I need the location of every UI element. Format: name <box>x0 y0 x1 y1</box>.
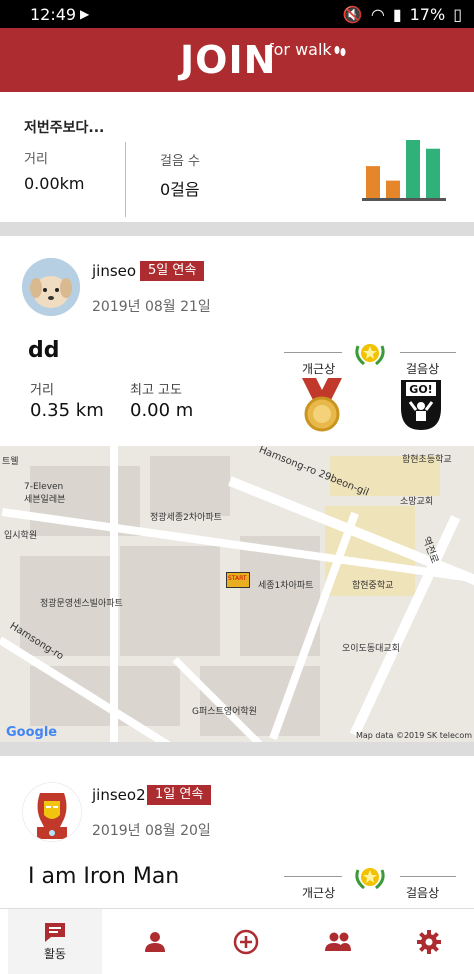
group-icon <box>325 932 351 951</box>
add-icon <box>233 929 259 954</box>
wifi-icon: ◠ <box>370 5 385 24</box>
medal-icon <box>302 378 342 432</box>
map-label: 오이도동대교회 <box>342 644 400 654</box>
summary-bar <box>386 180 400 198</box>
summary-distance-value: 0.00km <box>24 174 85 193</box>
mute-icon: 🔇 <box>342 5 363 24</box>
summary-bar <box>366 166 380 198</box>
tab-group[interactable] <box>291 909 385 974</box>
settings-icon <box>417 929 441 954</box>
summary-bar <box>406 140 420 198</box>
tab-activity-label: 활동 <box>43 947 67 961</box>
avatar[interactable] <box>22 782 82 842</box>
map-label: 소망교회 <box>400 497 434 507</box>
bottom-tab-bar: 활동 <box>0 908 474 974</box>
distance-label: 거리 <box>30 383 54 398</box>
streak-badge: 1일 연속 <box>147 785 212 805</box>
summary-distance-label: 거리 <box>24 152 48 167</box>
award-divider <box>400 352 456 353</box>
tab-add[interactable] <box>199 909 293 974</box>
dog-avatar-image <box>22 258 80 316</box>
post-username[interactable]: jinseo <box>92 262 136 280</box>
battery-label: 17% <box>409 5 446 24</box>
app-logo: JOIN <box>180 38 277 82</box>
post-date: 2019년 08월 21일 <box>92 299 211 315</box>
route-map[interactable]: 트웰 7-Eleven 세븐일레븐 입시학원 정광세종2차아파트 정광문영센스빌… <box>0 446 474 742</box>
summary-bar <box>426 148 440 198</box>
map-label: 함현중학교 <box>352 581 394 591</box>
activity-icon <box>45 923 65 942</box>
award-walking-label: 걸음상 <box>406 362 440 376</box>
distance-value: 0.35 km <box>30 400 104 421</box>
map-label: 세종1차아파트 <box>258 581 314 591</box>
map-label: 정광세종2차아파트 <box>150 513 222 523</box>
post-date: 2019년 08월 20일 <box>92 823 211 839</box>
app-header: JOIN for walk <box>0 28 474 92</box>
map-label: G퍼스트영어학원 <box>192 707 257 717</box>
tab-activity[interactable]: 활동 <box>8 909 102 974</box>
activity-card[interactable]: jinseo2 1일 연속 2019년 08월 20일 I am Iron Ma… <box>0 756 474 908</box>
svg-text:GO!: GO! <box>409 383 432 396</box>
play-icon: ▶ <box>80 7 90 21</box>
weekly-summary: 저번주보다... 거리 0.00km 걸음 수 0걸음 <box>0 92 474 222</box>
award-divider <box>284 876 342 877</box>
section-gap <box>0 222 474 236</box>
avatar[interactable] <box>22 258 80 316</box>
map-label: 정광문영센스빌아파트 <box>40 599 123 609</box>
streak-badge: 5일 연속 <box>140 261 205 281</box>
map-credit[interactable]: Map data ©2019 SK telecom <box>356 731 472 740</box>
summary-steps-value: 0걸음 <box>160 180 200 199</box>
status-bar: 12:49 ▶ 🔇 ◠ ▮ 17% ▯ <box>0 0 474 28</box>
award-attendance-label: 개근상 <box>302 886 336 900</box>
altitude-value: 0.00 m <box>130 400 194 421</box>
laurel-star-icon <box>355 344 385 366</box>
battery-icon: ▯ <box>453 5 462 24</box>
summary-steps-label: 걸음 수 <box>160 154 201 169</box>
laurel-star-icon <box>355 868 385 890</box>
activity-card[interactable]: jinseo 5일 연속 2019년 08월 21일 dd 거리 0.35 km… <box>0 236 474 446</box>
signal-icon: ▮ <box>392 5 402 24</box>
google-logo[interactable]: Google <box>6 725 57 740</box>
award-attendance-label: 개근상 <box>302 362 336 376</box>
status-time: 12:49 <box>30 5 77 24</box>
bar-chart-icon <box>362 140 446 201</box>
summary-title: 저번주보다... <box>24 120 105 136</box>
tab-settings[interactable] <box>382 909 474 974</box>
ironman-avatar-image <box>23 783 81 841</box>
section-gap <box>0 742 474 756</box>
post-title: I am Iron Man <box>28 864 180 889</box>
map-label: 입시학원 <box>4 531 38 541</box>
tab-profile[interactable] <box>108 909 202 974</box>
map-label: 함현초등학교 <box>402 455 452 465</box>
map-label: 세븐일레븐 <box>24 495 66 505</box>
summary-baseline <box>362 198 446 201</box>
map-label: 7-Eleven <box>24 482 64 492</box>
altitude-label: 최고 고도 <box>130 383 182 398</box>
app-logo-subtitle: for walk <box>268 40 332 59</box>
post-username[interactable]: jinseo2 <box>92 786 146 804</box>
award-walking-label: 걸음상 <box>406 886 440 900</box>
summary-divider <box>125 142 126 217</box>
start-marker-icon[interactable]: START <box>226 572 250 588</box>
post-title: dd <box>28 338 60 363</box>
person-icon <box>145 931 165 952</box>
go-badge-icon: GO! <box>401 380 441 430</box>
award-divider <box>400 876 456 877</box>
award-divider <box>284 352 342 353</box>
map-label: 트웰 <box>2 457 19 467</box>
footprint-icon <box>334 46 346 56</box>
